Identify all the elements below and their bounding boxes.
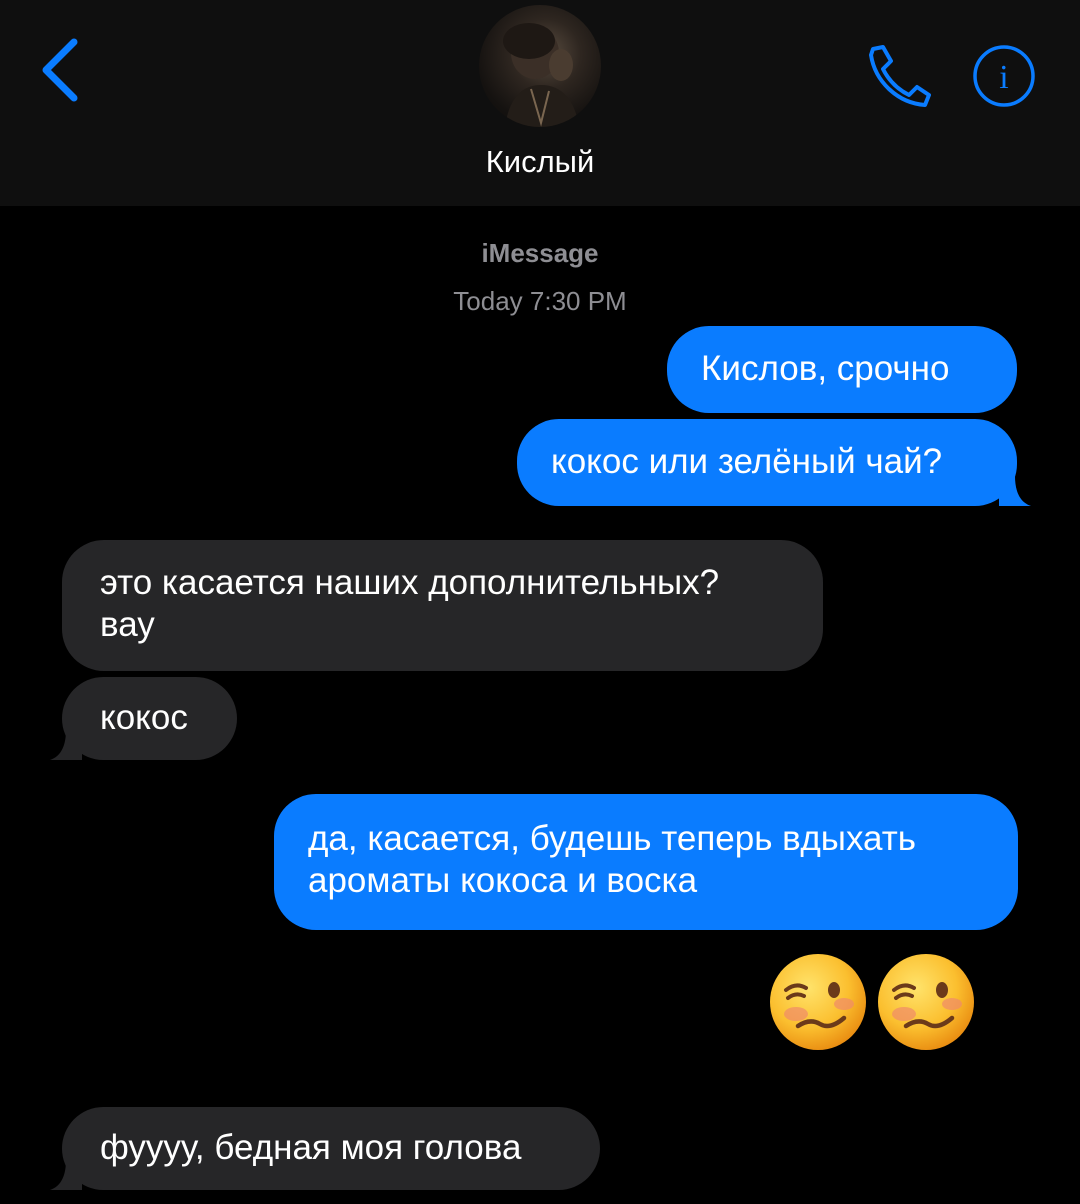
message-text-line: да, касается, будешь теперь вдыхать bbox=[308, 819, 917, 858]
outgoing-message[interactable]: да, касается, будешь теперь вдыхать аром… bbox=[274, 794, 1018, 930]
incoming-message[interactable]: кокос bbox=[50, 677, 237, 760]
bubble-tail bbox=[999, 476, 1031, 506]
emoji-message[interactable] bbox=[768, 952, 982, 1056]
info-button[interactable]: i bbox=[972, 44, 1036, 108]
back-button[interactable] bbox=[36, 36, 84, 104]
message-text: Кислов, срочно bbox=[701, 349, 950, 388]
conversation-header: Кислый i bbox=[0, 0, 1080, 206]
message-text-line: вау bbox=[100, 605, 155, 644]
bubble-tail bbox=[50, 730, 82, 760]
message-text: кокос bbox=[100, 698, 188, 737]
avatar-photo bbox=[503, 23, 579, 127]
chevron-left-icon bbox=[42, 38, 78, 102]
phone-icon bbox=[869, 45, 931, 107]
bubble-tail bbox=[50, 1160, 82, 1190]
message-text: фуууу, бедная моя голова bbox=[100, 1128, 522, 1167]
woozy-face-emoji bbox=[878, 954, 974, 1050]
message-text: кокос или зелёный чай? bbox=[551, 442, 943, 481]
service-label: iMessage bbox=[481, 238, 599, 268]
contact-name[interactable]: Кислый bbox=[340, 144, 740, 180]
thread-timestamp: Today 7:30 PM bbox=[453, 286, 627, 316]
woozy-face-emoji bbox=[770, 954, 866, 1050]
message-text-line: ароматы кокоса и воска bbox=[308, 861, 698, 900]
incoming-message[interactable]: это касается наших дополнительных? вау bbox=[62, 540, 823, 671]
outgoing-message[interactable]: Кислов, срочно bbox=[667, 326, 1017, 413]
call-button[interactable] bbox=[860, 38, 934, 112]
message-text-line: это касается наших дополнительных? bbox=[100, 563, 720, 602]
contact-avatar[interactable] bbox=[479, 5, 601, 127]
outgoing-message[interactable]: кокос или зелёный чай? bbox=[517, 419, 1031, 506]
info-glyph: i bbox=[999, 59, 1008, 96]
info-icon: i bbox=[973, 45, 1035, 107]
incoming-message[interactable]: фуууу, бедная моя голова bbox=[50, 1107, 600, 1190]
